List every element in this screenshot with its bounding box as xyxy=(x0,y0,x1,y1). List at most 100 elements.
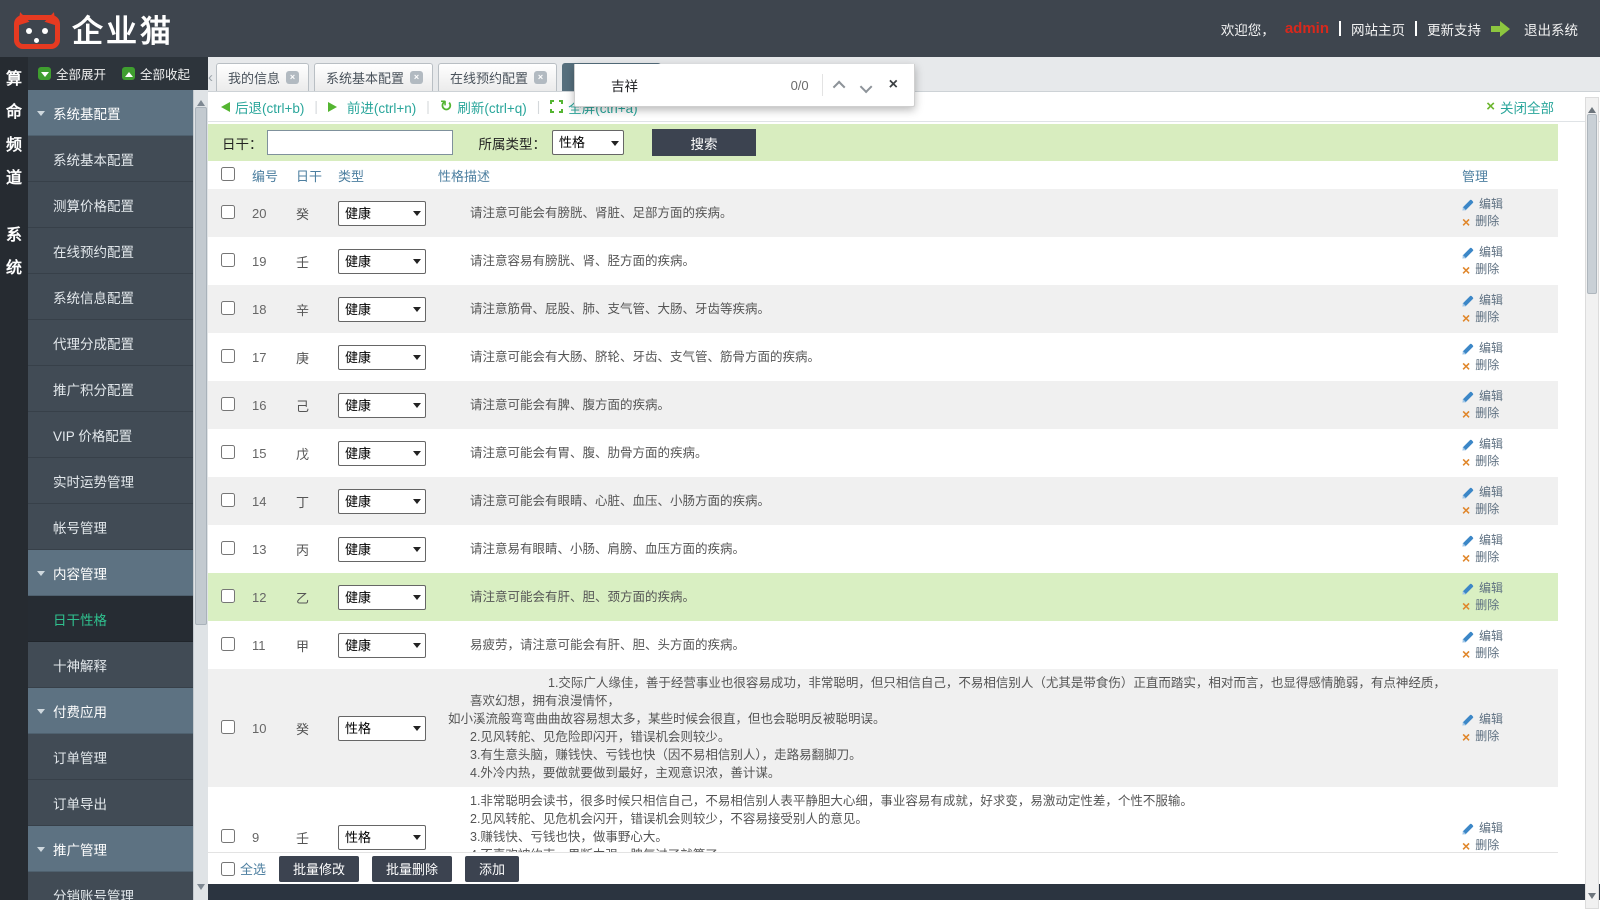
channel-0[interactable]: 算命频道 xyxy=(6,63,22,195)
edit-link[interactable]: 编辑 xyxy=(1462,436,1558,453)
select-all-control[interactable]: 全选 xyxy=(221,859,266,878)
site-home-link[interactable]: 网站主页 xyxy=(1351,19,1405,39)
sidebar-item[interactable]: 日干性格 xyxy=(28,596,193,642)
edit-link[interactable]: 编辑 xyxy=(1462,388,1558,405)
find-query[interactable]: 吉祥 xyxy=(611,75,638,95)
tab[interactable]: 在线预约配置 xyxy=(438,63,558,91)
scroll-down-icon[interactable] xyxy=(1588,893,1596,903)
sidebar-item[interactable]: 代理分成配置 xyxy=(28,320,193,366)
add-button[interactable]: 添加 xyxy=(465,855,520,882)
edit-link[interactable]: 编辑 xyxy=(1462,532,1558,549)
row-type-select[interactable]: 健康 xyxy=(338,440,426,466)
find-close-icon[interactable] xyxy=(889,76,898,94)
update-support-link[interactable]: 更新支持 xyxy=(1427,19,1481,39)
row-type-select[interactable]: 健康 xyxy=(338,296,426,322)
row-checkbox[interactable] xyxy=(221,828,235,843)
scrollbar-thumb[interactable] xyxy=(1587,114,1597,294)
close-all-button[interactable]: 关闭全部 xyxy=(1486,97,1592,117)
row-type-select[interactable]: 健康 xyxy=(338,344,426,370)
edit-link[interactable]: 编辑 xyxy=(1462,484,1558,501)
row-type-select[interactable]: 性格 xyxy=(338,824,426,850)
row-type-select[interactable]: 健康 xyxy=(338,248,426,274)
back-button[interactable]: 后退(ctrl+b) xyxy=(216,97,304,117)
edit-link[interactable]: 编辑 xyxy=(1462,711,1558,728)
logout-link[interactable]: 退出系统 xyxy=(1491,19,1578,39)
edit-link[interactable]: 编辑 xyxy=(1462,244,1558,261)
delete-link[interactable]: 删除 xyxy=(1462,728,1558,745)
scroll-up-icon[interactable] xyxy=(197,96,205,106)
sidebar-item[interactable]: 在线预约配置 xyxy=(28,228,193,274)
tab[interactable]: 系统基本配置 xyxy=(314,63,434,91)
scrollbar-thumb[interactable] xyxy=(195,107,207,626)
delete-link[interactable]: 删除 xyxy=(1462,453,1558,470)
sidebar-item[interactable]: 分销账号管理 xyxy=(28,872,193,901)
sidebar-item[interactable]: 实时运势管理 xyxy=(28,458,193,504)
select-all-header-checkbox[interactable] xyxy=(221,166,235,181)
row-checkbox[interactable] xyxy=(221,492,235,507)
row-type-select[interactable]: 性格 xyxy=(338,715,426,741)
sidebar-item[interactable]: 内容管理 xyxy=(28,550,193,596)
refresh-button[interactable]: 刷新(ctrl+q) xyxy=(440,97,526,117)
delete-link[interactable]: 删除 xyxy=(1462,357,1558,374)
row-type-select[interactable]: 健康 xyxy=(338,488,426,514)
collapse-all-button[interactable]: 全部收起 xyxy=(122,64,190,83)
row-checkbox[interactable] xyxy=(221,348,235,363)
row-checkbox[interactable] xyxy=(221,300,235,315)
row-checkbox[interactable] xyxy=(221,636,235,651)
tab[interactable]: 我的信息 xyxy=(216,63,310,91)
sidebar-item[interactable]: 订单导出 xyxy=(28,780,193,826)
page-scrollbar[interactable] xyxy=(1585,97,1599,909)
row-type-select[interactable]: 健康 xyxy=(338,392,426,418)
delete-link[interactable]: 删除 xyxy=(1462,309,1558,326)
type-filter-select[interactable]: 性格 xyxy=(552,130,624,155)
edit-link[interactable]: 编辑 xyxy=(1462,580,1558,597)
tab-scroll-left-icon[interactable] xyxy=(208,70,216,85)
expand-all-button[interactable]: 全部展开 xyxy=(38,64,106,83)
sidebar-item[interactable]: 推广积分配置 xyxy=(28,366,193,412)
sidebar-item[interactable]: 推广管理 xyxy=(28,826,193,872)
sidebar-item[interactable]: 系统基配置 xyxy=(28,90,193,136)
channel-1[interactable]: 系统 xyxy=(6,219,22,285)
sidebar-item[interactable]: 十神解释 xyxy=(28,642,193,688)
tab-close-icon[interactable] xyxy=(410,71,424,84)
sidebar-scrollbar[interactable] xyxy=(193,90,208,900)
delete-link[interactable]: 删除 xyxy=(1462,645,1558,662)
row-checkbox[interactable] xyxy=(221,540,235,555)
select-all-checkbox[interactable] xyxy=(221,861,235,876)
delete-link[interactable]: 删除 xyxy=(1462,501,1558,518)
sidebar-item[interactable]: 测算价格配置 xyxy=(28,182,193,228)
delete-link[interactable]: 删除 xyxy=(1462,837,1558,852)
row-checkbox[interactable] xyxy=(221,588,235,603)
row-checkbox[interactable] xyxy=(221,252,235,267)
delete-link[interactable]: 删除 xyxy=(1462,405,1558,422)
sidebar-item[interactable]: 订单管理 xyxy=(28,734,193,780)
scroll-down-icon[interactable] xyxy=(197,884,205,894)
row-checkbox[interactable] xyxy=(221,444,235,459)
delete-link[interactable]: 删除 xyxy=(1462,261,1558,278)
find-previous-icon[interactable] xyxy=(832,80,846,93)
batch-delete-button[interactable]: 批量删除 xyxy=(372,855,453,882)
delete-link[interactable]: 删除 xyxy=(1462,549,1558,566)
scroll-up-icon[interactable] xyxy=(1588,103,1596,113)
edit-link[interactable]: 编辑 xyxy=(1462,292,1558,309)
delete-link[interactable]: 删除 xyxy=(1462,213,1558,230)
edit-link[interactable]: 编辑 xyxy=(1462,196,1558,213)
search-button[interactable]: 搜索 xyxy=(652,129,756,156)
row-type-select[interactable]: 健康 xyxy=(338,632,426,658)
sidebar-item[interactable]: 付费应用 xyxy=(28,688,193,734)
sidebar-item[interactable]: VIP 价格配置 xyxy=(28,412,193,458)
stem-filter-input[interactable] xyxy=(266,130,453,155)
edit-link[interactable]: 编辑 xyxy=(1462,628,1558,645)
forward-button[interactable]: 前进(ctrl+n) xyxy=(327,97,416,117)
tab-close-icon[interactable] xyxy=(534,71,548,84)
sidebar-item[interactable]: 系统基本配置 xyxy=(28,136,193,182)
row-type-select[interactable]: 健康 xyxy=(338,536,426,562)
tab-close-icon[interactable] xyxy=(286,71,300,84)
batch-edit-button[interactable]: 批量修改 xyxy=(279,855,360,882)
row-type-select[interactable]: 健康 xyxy=(338,200,426,226)
sidebar-item[interactable]: 帐号管理 xyxy=(28,504,193,550)
row-type-select[interactable]: 健康 xyxy=(338,584,426,610)
sidebar-item[interactable]: 系统信息配置 xyxy=(28,274,193,320)
edit-link[interactable]: 编辑 xyxy=(1462,340,1558,357)
edit-link[interactable]: 编辑 xyxy=(1462,820,1558,837)
